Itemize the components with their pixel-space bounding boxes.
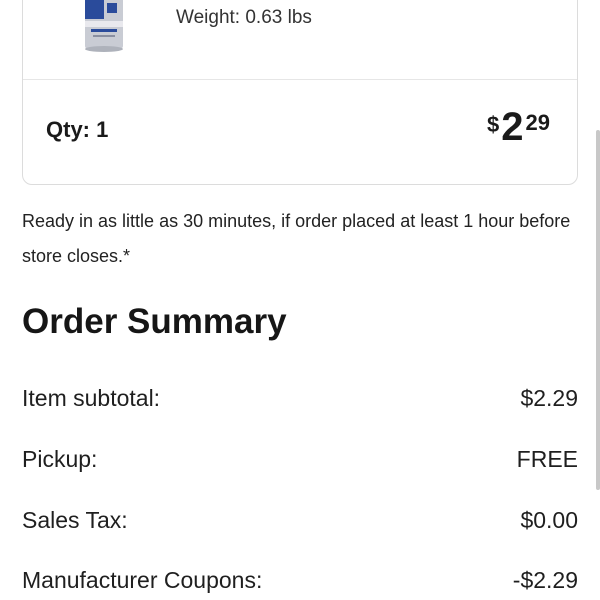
- summary-row-pickup: Pickup: FREE: [22, 446, 578, 473]
- order-page: Weight: 0.63 lbs Qty: 1 $ 2 29 Ready in …: [0, 0, 600, 600]
- price-cents: 29: [525, 110, 550, 135]
- subtotal-value: $2.29: [520, 385, 578, 411]
- page-scrollbar[interactable]: [596, 130, 600, 490]
- coupons-label: Manufacturer Coupons:: [22, 567, 263, 593]
- pickup-label: Pickup:: [22, 446, 98, 472]
- subtotal-label: Item subtotal:: [22, 385, 161, 411]
- summary-row-sales-tax: Sales Tax: $0.00: [22, 507, 578, 534]
- summary-row-subtotal: Item subtotal: $2.29: [22, 385, 578, 412]
- sales-tax-value: $0.00: [520, 507, 578, 533]
- coupons-value: -$2.29: [512, 567, 578, 593]
- price-currency: $: [487, 112, 500, 137]
- item-price: $ 2 29: [487, 107, 550, 147]
- pickup-ready-notice: Ready in as little as 30 minutes, if ord…: [22, 211, 571, 266]
- product-image[interactable]: [81, 0, 127, 53]
- sales-tax-label: Sales Tax:: [22, 507, 128, 533]
- card-divider: [23, 79, 577, 80]
- cart-item-card: Weight: 0.63 lbs Qty: 1 $ 2 29: [22, 0, 578, 185]
- price-dollars: 2: [501, 105, 524, 149]
- order-summary-title: Order Summary: [22, 302, 287, 341]
- summary-row-coupons: Manufacturer Coupons: -$2.29: [22, 567, 578, 594]
- item-weight: Weight: 0.63 lbs: [176, 7, 312, 28]
- pickup-value: FREE: [516, 446, 578, 472]
- item-quantity[interactable]: Qty: 1: [46, 117, 108, 143]
